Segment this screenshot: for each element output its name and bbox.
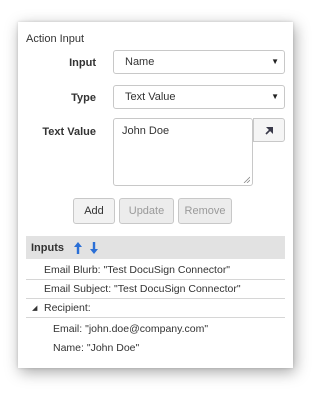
list-item-label: Email Blurb: "Test DocuSign Connector" [44,264,231,276]
type-select-value: Text Value [125,91,176,103]
move-down-icon[interactable] [90,241,98,254]
text-value-content: John Doe [122,125,170,137]
inputs-title: Inputs [31,241,64,254]
move-up-icon[interactable] [74,241,82,254]
list-item-label: Recipient: [44,302,91,314]
type-label: Type [71,92,96,104]
list-item-label: Name: "John Doe" [53,341,140,354]
input-select-value: Name [125,56,155,68]
pick-field-button[interactable] [253,118,285,142]
list-item-label: Email Subject: "Test DocuSign Connector" [44,283,241,295]
pick-field-icon [264,126,273,135]
text-value-textarea[interactable]: John Doe [113,118,253,186]
text-value-label: Text Value [42,126,96,138]
action-input-panel: Action Input Input Name ▼ Type Text Valu… [18,22,293,368]
remove-button[interactable]: Remove [178,198,232,224]
update-button[interactable]: Update [119,198,174,224]
list-item-recipient[interactable]: ◢ Recipient: [26,299,285,318]
type-select[interactable]: Text Value ▼ [113,85,285,109]
resize-handle-icon[interactable] [243,176,250,183]
section-title: Action Input [26,33,85,45]
list-item[interactable]: Email: "john.doe@company.com" [26,319,285,338]
list-item[interactable]: Email Blurb: "Test DocuSign Connector" [26,261,285,280]
chevron-down-icon: ▼ [271,57,279,66]
list-item[interactable]: Email Subject: "Test DocuSign Connector" [26,280,285,299]
input-label: Input [69,57,96,69]
add-button[interactable]: Add [73,198,115,224]
inputs-header: Inputs [26,236,285,259]
collapse-triangle-icon[interactable]: ◢ [32,304,37,312]
list-item[interactable]: Name: "John Doe" [26,338,285,357]
input-select[interactable]: Name ▼ [113,50,285,74]
chevron-down-icon: ▼ [271,92,279,101]
list-item-label: Email: "john.doe@company.com" [53,322,209,335]
